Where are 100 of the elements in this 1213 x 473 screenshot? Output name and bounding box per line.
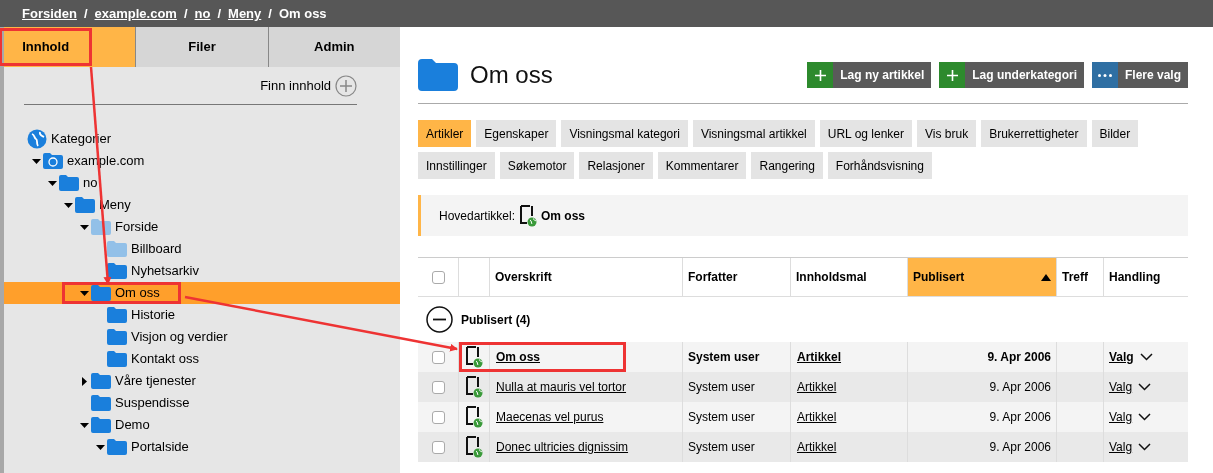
breadcrumb-link[interactable]: Forsiden: [22, 3, 77, 24]
breadcrumb-link[interactable]: Meny: [228, 3, 262, 24]
column-header[interactable]: Handling: [1104, 258, 1188, 296]
article-title-link[interactable]: Nulla at mauris vel tortor: [496, 378, 627, 396]
breadcrumb-link[interactable]: no: [194, 3, 211, 24]
find-content-label[interactable]: Finn innhold: [260, 76, 331, 96]
template-link[interactable]: Artikkel: [797, 408, 837, 426]
main-article-label: Hovedartikkel:: [439, 207, 516, 225]
content-tab[interactable]: Søkemotor: [499, 152, 575, 179]
template-link[interactable]: Artikkel: [797, 438, 837, 456]
action-button[interactable]: Lag underkategori: [939, 62, 1084, 88]
folder-icon: [91, 395, 111, 411]
checkbox[interactable]: [431, 270, 445, 284]
content-tab[interactable]: Artikler: [418, 120, 472, 147]
tree-item[interactable]: Våre tjenester: [4, 370, 400, 392]
column-header[interactable]: Publisert: [908, 258, 1057, 296]
published-date: 9. Apr 2006: [989, 379, 1051, 396]
caret-down-icon[interactable]: [31, 156, 41, 166]
caret-down-icon[interactable]: [47, 178, 57, 188]
content-tab[interactable]: Kommentarer: [657, 152, 747, 179]
options-link[interactable]: Valg: [1109, 348, 1134, 366]
article-title-link[interactable]: Donec ultricies dignissim: [496, 438, 629, 456]
checkbox[interactable]: [431, 350, 445, 364]
published-date: 9. Apr 2006: [989, 439, 1051, 456]
template-link[interactable]: Artikkel: [797, 348, 842, 366]
document-globe-icon: [519, 204, 538, 227]
content-tab[interactable]: Visningsmal kategori: [561, 120, 688, 147]
document-globe-icon: [465, 346, 483, 368]
main-article-title[interactable]: Om oss: [541, 206, 586, 225]
caret-down-icon[interactable]: [63, 200, 73, 210]
folder-icon: [91, 285, 111, 301]
content-tab[interactable]: Bilder: [1091, 120, 1139, 147]
action-button[interactable]: Lag ny artikkel: [807, 62, 932, 88]
caret-down-icon[interactable]: [79, 420, 89, 430]
column-header[interactable]: Treff: [1057, 258, 1104, 296]
collapse-circle-icon[interactable]: [426, 306, 453, 333]
checkbox[interactable]: [431, 380, 445, 394]
author-text: System user: [688, 439, 755, 456]
breadcrumb-current: Om oss: [278, 4, 327, 23]
highlight-frame: Om oss: [62, 282, 181, 304]
group-label: Publisert (4): [461, 311, 531, 329]
column-header[interactable]: Overskrift: [490, 258, 683, 296]
chevron-down-icon[interactable]: [1138, 383, 1152, 391]
template-link[interactable]: Artikkel: [797, 378, 837, 396]
tree-item[interactable]: Om oss: [4, 282, 400, 304]
published-date: 9. Apr 2006: [987, 349, 1051, 366]
add-circle-icon[interactable]: [335, 75, 357, 97]
checkbox[interactable]: [431, 410, 445, 424]
options-link[interactable]: Valg: [1109, 408, 1133, 426]
action-button[interactable]: Flere valg: [1091, 62, 1188, 88]
globe-folder-icon: [43, 153, 63, 169]
checkbox[interactable]: [431, 440, 445, 454]
caret-down-icon[interactable]: [79, 288, 89, 298]
tree-item[interactable]: Nyhetsarkiv: [4, 260, 400, 282]
content-tab[interactable]: Innstillinger: [418, 152, 495, 179]
table-row[interactable]: Om oss System user Artikkel 9. Apr 2006 Valg: [418, 342, 1188, 372]
content-tab[interactable]: Forhåndsvisning: [827, 152, 932, 179]
caret-down-icon[interactable]: [95, 442, 105, 452]
content-tab[interactable]: Visningsmal artikkel: [692, 120, 815, 147]
tree-item[interactable]: Forside: [4, 216, 400, 238]
content-tab[interactable]: Rangering: [751, 152, 823, 179]
content-tab[interactable]: URL og lenker: [819, 120, 912, 147]
sidebar-tab[interactable]: Filer: [135, 27, 268, 67]
tree-item[interactable]: Demo: [4, 414, 400, 436]
tree-item[interactable]: Visjon og verdier: [4, 326, 400, 348]
table-row[interactable]: Nulla at mauris vel tortor System user Artikkel 9. Apr 2006 Valg: [418, 372, 1188, 402]
content-tab[interactable]: Vis bruk: [917, 120, 977, 147]
table-row[interactable]: Maecenas vel purus System user Artikkel 9. Apr 2006 Valg: [418, 402, 1188, 432]
folder-icon: [59, 175, 79, 191]
breadcrumb-separator: /: [268, 4, 272, 23]
tree-item[interactable]: no: [4, 172, 400, 194]
more-dots-icon: [1097, 73, 1112, 77]
content-tab[interactable]: Brukerrettigheter: [981, 120, 1087, 147]
chevron-down-icon[interactable]: [1138, 413, 1152, 421]
article-title-link[interactable]: Maecenas vel purus: [496, 408, 604, 426]
options-link[interactable]: Valg: [1109, 378, 1133, 396]
chevron-down-icon[interactable]: [1138, 443, 1152, 451]
folder-icon: [107, 241, 127, 257]
tree-item[interactable]: Suspendisse: [4, 392, 400, 414]
caret-right-icon[interactable]: [79, 376, 89, 386]
tree-item[interactable]: Kontakt oss: [4, 348, 400, 370]
tree-item[interactable]: Portalside: [4, 436, 400, 458]
folder-icon: [75, 197, 95, 213]
content-tab[interactable]: Egenskaper: [476, 120, 557, 147]
caret-down-icon[interactable]: [79, 222, 89, 232]
folder-icon: [91, 417, 111, 433]
chevron-down-icon[interactable]: [1139, 353, 1153, 361]
page-title: Om oss: [470, 60, 553, 90]
article-title-link[interactable]: Om oss: [496, 348, 540, 366]
folder-icon: [418, 59, 458, 91]
folder-icon: [107, 307, 127, 323]
content-tab[interactable]: Relasjoner: [579, 152, 653, 179]
sidebar-tab[interactable]: Admin: [267, 27, 400, 67]
tree-item[interactable]: Billboard: [4, 238, 400, 260]
breadcrumb-separator: /: [183, 4, 188, 23]
tree-item[interactable]: Historie: [4, 304, 400, 326]
breadcrumb-link[interactable]: example.com: [94, 3, 177, 24]
column-header[interactable]: Forfatter: [683, 258, 791, 296]
options-link[interactable]: Valg: [1109, 438, 1133, 456]
table-row[interactable]: Donec ultricies dignissim System user Artikkel 9. Apr 2006 Valg: [418, 432, 1188, 462]
